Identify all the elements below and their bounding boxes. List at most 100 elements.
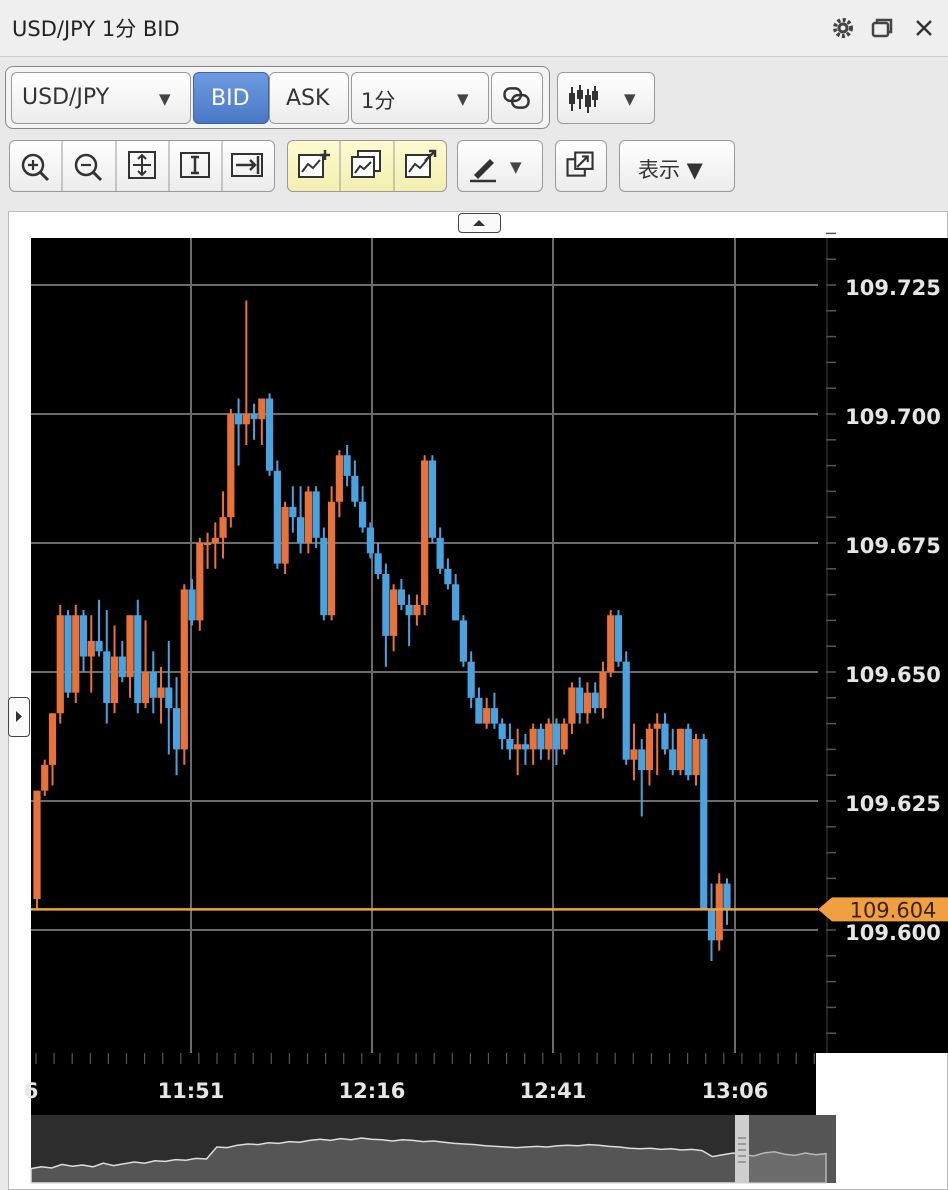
candle-body (537, 728, 545, 750)
candle (328, 486, 336, 621)
candle (56, 604, 64, 724)
candle (64, 610, 72, 698)
candle (684, 723, 692, 781)
candle-body (141, 672, 150, 703)
candle (459, 615, 468, 667)
x-tick-label: 11:51 (158, 1079, 225, 1103)
candle (607, 610, 615, 678)
candle-body (320, 537, 328, 616)
overview-handle (735, 1115, 749, 1183)
candle-body (258, 398, 266, 420)
candle-body (273, 470, 281, 564)
candle-body (428, 460, 436, 538)
candle (676, 728, 685, 776)
candle (227, 408, 235, 528)
candle-body (576, 687, 584, 714)
candle-body (366, 527, 374, 554)
candle-body (87, 641, 95, 657)
candle (41, 759, 49, 796)
candle-body (48, 713, 57, 765)
candle-body (506, 739, 514, 750)
candle-body (265, 398, 274, 471)
candle-body (289, 506, 297, 518)
candle-body (653, 723, 661, 729)
candle-body (41, 764, 49, 791)
candle-body (359, 501, 367, 528)
candle-body (483, 708, 491, 724)
candle (33, 790, 41, 910)
candle-body (638, 749, 646, 771)
candle-body (645, 728, 654, 771)
candle-body (219, 517, 227, 538)
candle-body (684, 728, 692, 776)
candle (196, 537, 204, 631)
x-tick-label: 12:41 (520, 1079, 587, 1103)
candle (715, 873, 723, 951)
x-tick-label: 12:16 (339, 1079, 406, 1103)
candle-body (149, 672, 157, 698)
candle-body (343, 455, 351, 476)
candle-body (188, 589, 196, 621)
candle-body (436, 537, 444, 569)
candle (273, 460, 281, 569)
candle-body (669, 749, 677, 771)
candle-body (452, 584, 460, 621)
candle-body (196, 543, 204, 621)
candle-body (382, 573, 390, 636)
candle-body (614, 615, 623, 662)
price-chart[interactable]: 109.725 109.700 109.675 109.650 109.625 109.6… (0, 0, 948, 1190)
candle-body (676, 728, 685, 771)
candle-body (64, 615, 72, 693)
candle (614, 610, 623, 667)
candle-body (413, 604, 421, 616)
candle-body (281, 506, 289, 564)
candle-body (723, 883, 731, 910)
candle-body (591, 692, 599, 709)
candle (180, 584, 188, 765)
y-tick-label: 109.700 (845, 405, 941, 429)
candle-body (234, 414, 243, 425)
candle-body (568, 687, 576, 724)
x-tick-label: 13:06 (702, 1079, 769, 1103)
candle (281, 501, 289, 574)
candle-body (103, 651, 111, 703)
candle (134, 599, 142, 714)
y-tick-label: 109.625 (845, 792, 941, 816)
candle-body (157, 687, 165, 698)
candle-body (514, 744, 522, 750)
candle-body (490, 708, 499, 724)
candle-body (72, 615, 80, 693)
candle-body (599, 672, 607, 709)
candle-body (630, 749, 638, 760)
candle (421, 455, 429, 616)
candle-body (405, 604, 413, 616)
candle-body (459, 620, 468, 662)
candle-body (312, 491, 320, 538)
candle-body (529, 728, 537, 750)
candle-body (242, 414, 250, 425)
candle-body (521, 744, 530, 750)
current-price-label: 109.604 (850, 898, 937, 922)
candle (320, 527, 328, 621)
x-tick-label: 6 (24, 1079, 39, 1103)
candle-body (172, 708, 181, 750)
candle-body (95, 641, 103, 652)
candle-body (607, 615, 615, 672)
candle (560, 718, 568, 755)
candle-body (110, 656, 119, 703)
y-tick-label: 109.725 (845, 276, 941, 300)
candle-body (134, 615, 142, 703)
candle-body (545, 723, 553, 750)
candle (622, 651, 630, 765)
candle-body (692, 739, 700, 776)
candle-body (390, 589, 398, 636)
candle-body (397, 589, 405, 605)
candle-body (552, 723, 561, 750)
candle-body (211, 537, 219, 543)
candle-body (328, 501, 336, 616)
candle-body (715, 883, 723, 941)
candle (265, 393, 274, 476)
candle-body (56, 615, 64, 714)
candle (72, 604, 80, 703)
candle-body (165, 687, 173, 709)
